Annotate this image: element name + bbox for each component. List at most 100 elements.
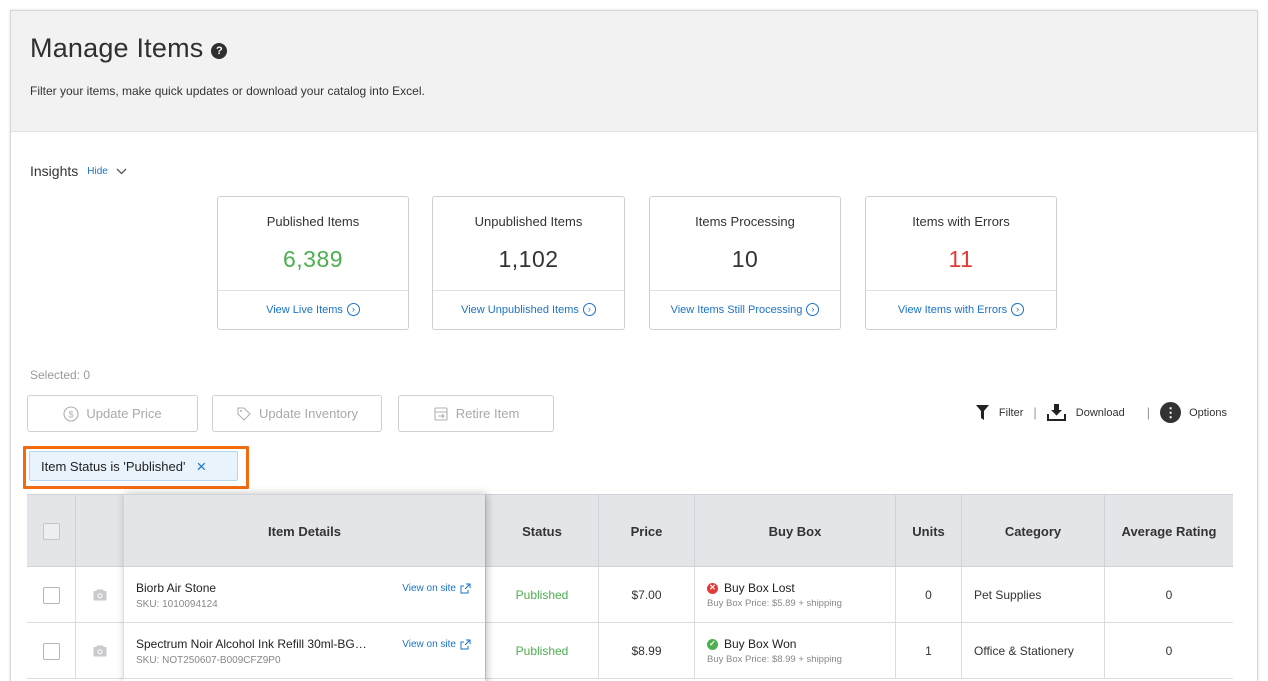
update-inventory-label: Update Inventory: [258, 406, 358, 421]
header-buy-box[interactable]: Buy Box: [694, 495, 895, 568]
card-link-label: View Live Items: [266, 303, 343, 316]
chevron-down-icon[interactable]: [116, 168, 127, 175]
card-value: 6,389: [282, 246, 344, 272]
header-units[interactable]: Units: [895, 495, 961, 568]
chevron-right-circle-icon: ›: [1011, 303, 1025, 316]
row-category: Office & Stationery: [961, 623, 1104, 679]
toolbar-separator: |: [1033, 405, 1037, 420]
filter-button[interactable]: Filter: [975, 405, 1023, 420]
close-icon[interactable]: ×: [196, 458, 206, 475]
row-select-cell: [27, 623, 75, 679]
svg-text:$: $: [69, 409, 74, 419]
row-average-rating: 0: [1104, 567, 1233, 623]
buy-box-price: Buy Box Price: $8.99 + shipping: [707, 654, 842, 665]
view-items-with-errors-link[interactable]: View Items with Errors ›: [866, 303, 1056, 316]
page-header: Manage Items ? Filter your items, make q…: [11, 11, 1257, 132]
row-checkbox[interactable]: [42, 642, 60, 660]
card-divider: [433, 290, 624, 291]
header-item-details[interactable]: Item Details: [123, 495, 485, 568]
card-link-label: View Unpublished Items: [461, 303, 579, 316]
table-row[interactable]: Spectrum Noir Alcohol Ink Refill 30ml-BG…: [27, 623, 1233, 679]
download-button[interactable]: Download: [1046, 404, 1125, 421]
options-button[interactable]: ⋮ Options: [1160, 402, 1227, 423]
header-category[interactable]: Category: [961, 495, 1104, 568]
status-label: Published: [515, 644, 569, 658]
view-unpublished-items-link[interactable]: View Unpublished Items ›: [433, 303, 624, 316]
insight-card-unpublished: Unpublished Items 1,102 View Unpublished…: [432, 196, 625, 330]
header-status[interactable]: Status: [485, 495, 598, 568]
row-checkbox[interactable]: [42, 586, 60, 604]
tag-icon: [237, 406, 251, 421]
item-name: Biorb Air Stone: [136, 580, 217, 595]
insights-header: Insights Hide: [30, 163, 127, 179]
row-units: 0: [895, 567, 961, 623]
item-sku: SKU: NOT250607-B009CFZ9P0: [136, 654, 281, 666]
card-title: Items Processing: [695, 214, 795, 229]
chevron-right-circle-icon: ›: [806, 303, 820, 316]
card-divider: [218, 290, 408, 291]
row-price: $8.99: [598, 623, 694, 679]
card-divider: [650, 290, 840, 291]
header-average-rating[interactable]: Average Rating: [1104, 495, 1233, 568]
card-link-label: View Items Still Processing: [670, 303, 803, 316]
view-items-processing-link[interactable]: View Items Still Processing ›: [650, 303, 840, 316]
insights-label: Insights: [30, 163, 79, 179]
row-item-details: Spectrum Noir Alcohol Ink Refill 30ml-BG…: [123, 623, 485, 679]
card-value: 1,102: [498, 246, 559, 272]
table-header: Item Details Status Price Buy Box Units …: [27, 494, 1233, 568]
page-title-text: Manage Items: [30, 33, 204, 63]
insights-hide-link[interactable]: Hide: [87, 166, 108, 177]
update-inventory-button[interactable]: Update Inventory: [212, 395, 382, 432]
row-image-cell: [75, 567, 123, 623]
buy-box-title: Buy Box Lost: [724, 581, 795, 595]
card-value: 11: [948, 246, 974, 272]
options-label: Options: [1189, 406, 1227, 419]
selected-count: Selected: 0: [30, 368, 91, 382]
view-on-site-label: View on site: [402, 583, 456, 594]
download-label: Download: [1075, 406, 1125, 419]
card-title: Published Items: [266, 214, 360, 229]
item-name: Spectrum Noir Alcohol Ink Refill 30ml-BG…: [136, 636, 367, 651]
page-title: Manage Items ?: [30, 33, 228, 64]
view-live-items-link[interactable]: View Live Items ›: [218, 303, 408, 316]
chevron-right-circle-icon: ›: [582, 303, 596, 316]
row-buy-box: ✓ Buy Box Won Buy Box Price: $8.99 + shi…: [694, 623, 895, 679]
options-icon: ⋮: [1160, 402, 1182, 423]
help-icon[interactable]: ?: [211, 42, 228, 59]
row-units: 1: [895, 623, 961, 679]
row-buy-box: ✕ Buy Box Lost Buy Box Price: $5.89 + sh…: [694, 567, 895, 623]
external-link-icon: [460, 583, 471, 594]
card-link-label: View Items with Errors: [897, 303, 1008, 316]
funnel-icon: [975, 405, 989, 420]
card-title: Items with Errors: [912, 214, 1010, 229]
buy-box-status: ✕ Buy Box Lost: [707, 581, 795, 595]
status-label: Published: [515, 588, 569, 602]
row-item-details: Biorb Air Stone SKU: 1010094124 View on …: [123, 567, 485, 623]
row-status: Published: [485, 623, 598, 679]
table-row[interactable]: Biorb Air Stone SKU: 1010094124 View on …: [27, 567, 1233, 623]
select-all-checkbox[interactable]: [42, 523, 60, 540]
external-link-icon: [460, 639, 471, 650]
view-on-site-link[interactable]: View on site: [402, 639, 471, 650]
update-price-button[interactable]: $ Update Price: [27, 395, 198, 432]
items-table: Item Details Status Price Buy Box Units …: [27, 494, 1233, 681]
retire-item-button[interactable]: Retire Item: [398, 395, 554, 432]
header-select-all[interactable]: [27, 495, 75, 568]
filter-chip-label: Item Status is 'Published': [41, 458, 186, 474]
row-status: Published: [485, 567, 598, 623]
download-icon: [1046, 404, 1066, 421]
card-divider: [866, 290, 1056, 291]
header-price[interactable]: Price: [598, 495, 694, 568]
camera-icon: [93, 589, 106, 601]
insight-card-processing: Items Processing 10 View Items Still Pro…: [649, 196, 841, 330]
check-circle-icon: ✓: [707, 638, 718, 650]
archive-icon: [434, 406, 448, 421]
item-sku: SKU: 1010094124: [136, 598, 218, 610]
card-value: 10: [731, 246, 759, 272]
chevron-right-circle-icon: ›: [346, 303, 360, 316]
toolbar-separator: |: [1146, 405, 1151, 420]
error-x-icon: ✕: [707, 582, 718, 594]
insight-card-errors: Items with Errors 11 View Items with Err…: [865, 196, 1057, 330]
view-on-site-link[interactable]: View on site: [402, 583, 471, 594]
active-filter-chip[interactable]: Item Status is 'Published' ×: [29, 451, 238, 481]
